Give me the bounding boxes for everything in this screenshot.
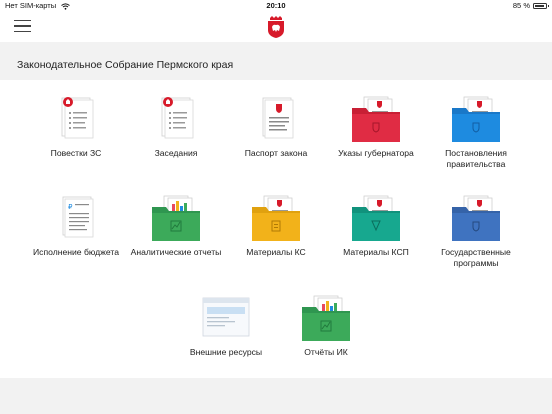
hamburger-icon[interactable] xyxy=(14,20,31,33)
blue-folder-icon xyxy=(446,195,506,243)
red-folder-icon xyxy=(346,96,406,144)
tile-label: Внешние ресурсы xyxy=(189,347,263,357)
tile-label: Исполнение бюджета xyxy=(32,247,120,257)
tile-ks-materials[interactable]: Материалы КС xyxy=(226,195,326,258)
tile-label: Отчёты ИК xyxy=(304,347,348,357)
tile-state-programs[interactable]: Государственные программы xyxy=(426,195,526,269)
green-chart-folder-icon xyxy=(146,195,206,243)
tile-sessions[interactable]: Заседания xyxy=(126,96,226,159)
tile-label: Аналитические отчеты xyxy=(130,247,222,257)
tile-law-passport[interactable]: Паспорт закона xyxy=(226,96,326,159)
tile-budget-execution[interactable]: ₽ Исполнение бюджета xyxy=(26,195,126,258)
blue-folder-icon xyxy=(446,96,506,144)
teal-folder-icon xyxy=(346,195,406,243)
tile-ksp-materials[interactable]: Материалы КСП xyxy=(326,195,426,258)
tile-agendas[interactable]: Повестки ЗС xyxy=(26,96,126,159)
tile-label: Заседания xyxy=(154,148,198,158)
tile-label: Материалы КС xyxy=(246,247,306,257)
tile-label: Паспорт закона xyxy=(244,148,308,158)
clock: 20:10 xyxy=(266,1,286,10)
tile-label: Материалы КСП xyxy=(343,247,409,257)
ruble-document-icon: ₽ xyxy=(46,195,106,243)
yellow-folder-icon xyxy=(246,195,306,243)
tile-governor-decrees[interactable]: Указы губернатора xyxy=(326,96,426,159)
bottom-area xyxy=(0,378,552,414)
document-with-seal-icon xyxy=(46,96,106,144)
tile-analytical-reports[interactable]: Аналитические отчеты xyxy=(126,195,226,258)
document-with-seal-icon xyxy=(146,96,206,144)
tile-ik-reports[interactable]: Отчёты ИК xyxy=(276,295,376,358)
navigation-bar xyxy=(0,11,552,43)
tile-label: Государственные программы xyxy=(441,247,511,268)
battery-status: 85 % xyxy=(512,0,549,11)
tile-label: Повестки ЗС xyxy=(50,148,102,158)
browser-window-icon xyxy=(196,295,256,343)
perm-krai-emblem-icon xyxy=(268,16,284,38)
battery-percent: 85 % xyxy=(512,1,530,10)
green-chart-folder-icon xyxy=(296,295,356,343)
section-title: Законодательное Собрание Пермского края xyxy=(17,59,234,71)
svg-text:₽: ₽ xyxy=(68,203,73,211)
document-with-emblem-icon xyxy=(246,96,306,144)
battery-icon xyxy=(533,2,549,9)
tile-label: Указы губернатора xyxy=(338,148,414,158)
status-bar: Нет SIM-карты 20:10 85 % xyxy=(0,0,552,11)
tile-label: Постановления правительства xyxy=(445,148,507,169)
tile-external-resources[interactable]: Внешние ресурсы xyxy=(176,295,276,358)
tile-government-resolutions[interactable]: Постановления правительства xyxy=(426,96,526,170)
